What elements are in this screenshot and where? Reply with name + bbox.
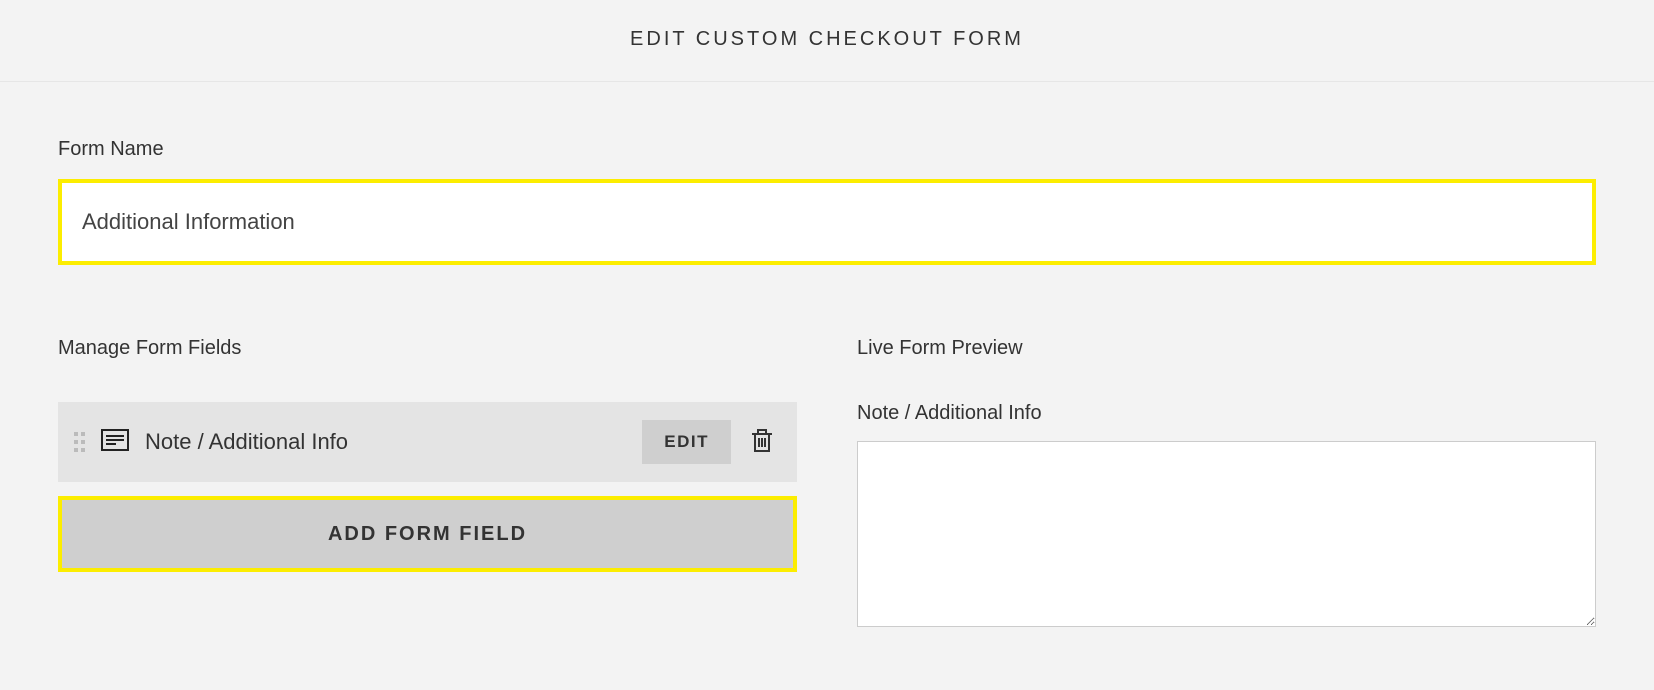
preview-field-label: Note / Additional Info	[857, 402, 1596, 425]
edit-field-button[interactable]: EDIT	[642, 420, 731, 464]
field-row: Note / Additional Info EDIT	[58, 402, 797, 482]
trash-icon	[751, 441, 773, 456]
textarea-icon	[101, 429, 129, 456]
content: Form Name Manage Form Fields	[0, 82, 1654, 632]
manage-fields-column: Manage Form Fields	[58, 337, 797, 572]
field-label: Note / Additional Info	[145, 429, 626, 455]
form-name-input[interactable]	[58, 179, 1596, 265]
delete-field-button[interactable]	[747, 425, 777, 460]
columns: Manage Form Fields	[58, 337, 1596, 632]
form-name-label: Form Name	[58, 138, 1596, 161]
preview-heading: Live Form Preview	[857, 337, 1596, 360]
add-field-section: ADD FORM FIELD	[58, 496, 797, 572]
preview-column: Live Form Preview Note / Additional Info	[857, 337, 1596, 632]
drag-handle-icon[interactable]	[74, 432, 85, 452]
form-name-section: Form Name	[58, 138, 1596, 265]
field-list: Note / Additional Info EDIT	[58, 402, 797, 482]
preview-field: Note / Additional Info	[857, 402, 1596, 632]
manage-fields-heading: Manage Form Fields	[58, 337, 797, 360]
add-form-field-button[interactable]: ADD FORM FIELD	[58, 496, 797, 572]
page-title: EDIT CUSTOM CHECKOUT FORM	[0, 28, 1654, 51]
page-header: EDIT CUSTOM CHECKOUT FORM	[0, 0, 1654, 82]
preview-textarea[interactable]	[857, 441, 1596, 627]
